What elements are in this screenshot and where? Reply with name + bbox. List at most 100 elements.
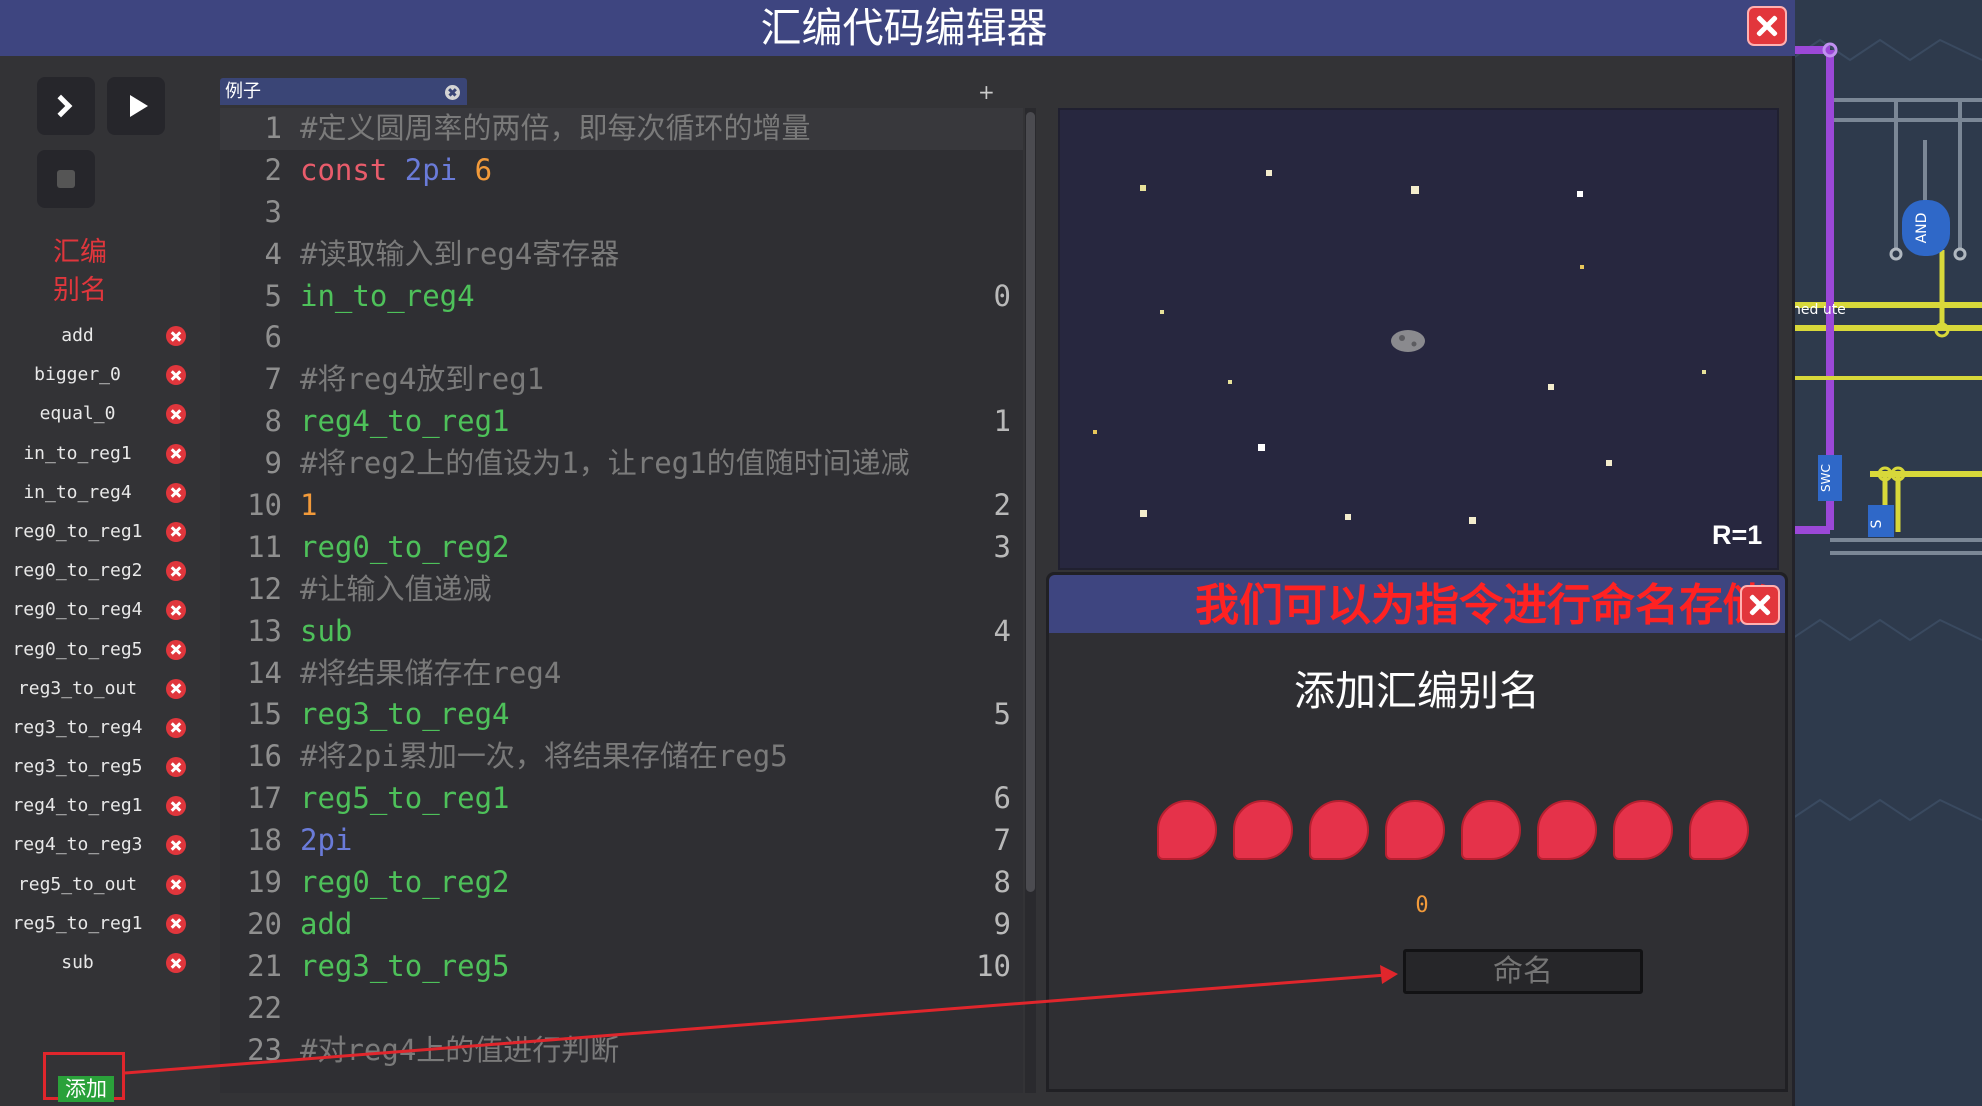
- bit-toggle[interactable]: [1537, 800, 1597, 860]
- delete-alias-icon[interactable]: [166, 443, 186, 464]
- instruction-address: 10: [976, 948, 1011, 983]
- code-line: 12 #让输入值递减: [220, 569, 1023, 611]
- alias-item[interactable]: reg3_to_reg4: [0, 710, 200, 749]
- code-line: 20 add 9: [220, 904, 1023, 946]
- star: [1580, 265, 1584, 269]
- code-token: 1: [300, 488, 318, 523]
- tab-tools[interactable]: +<>: [978, 78, 1038, 132]
- tab-example[interactable]: 例子: [220, 78, 467, 105]
- bit-toggle[interactable]: [1461, 800, 1521, 860]
- alias-item[interactable]: reg3_to_reg5: [0, 749, 200, 788]
- preview-readout: R=1: [1712, 520, 1763, 550]
- delete-alias-icon[interactable]: [166, 404, 186, 425]
- add-alias-button[interactable]: 添加: [58, 1076, 114, 1102]
- scrollbar-thumb[interactable]: [1026, 112, 1035, 892]
- delete-alias-icon[interactable]: [166, 600, 186, 621]
- code-line: 2 const 2pi 6: [220, 150, 1023, 192]
- code-text: sub: [300, 611, 352, 653]
- bit-toggle[interactable]: [1613, 800, 1673, 860]
- bit-toggle[interactable]: [1689, 800, 1749, 860]
- code-editor[interactable]: 1 #定义圆周率的两倍，即每次循环的增量 2 const 2pi 6 3 4 #读取输入到r…: [220, 108, 1023, 1093]
- close-window-button[interactable]: [1747, 6, 1787, 46]
- alias-item[interactable]: sub: [0, 945, 200, 984]
- alias-item[interactable]: in_to_reg1: [0, 436, 200, 475]
- alias-item[interactable]: reg4_to_reg3: [0, 827, 200, 866]
- code-text: reg4_to_reg1: [300, 401, 510, 443]
- line-number: 21: [247, 948, 282, 983]
- code-line: 8 reg4_to_reg1 1: [220, 401, 1023, 443]
- code-text: #对reg4上的值进行判断: [300, 1030, 619, 1072]
- code-text: #将reg2上的值设为1，让reg1的值随时间递减: [300, 443, 910, 485]
- alias-item[interactable]: reg0_to_reg4: [0, 592, 200, 631]
- s-gate-label: S: [1869, 519, 1885, 528]
- delete-alias-icon[interactable]: [166, 482, 186, 503]
- alias-item[interactable]: reg4_to_reg1: [0, 788, 200, 827]
- circuit-background: AND SWC S ned ute: [1790, 0, 1982, 1106]
- alias-item[interactable]: reg0_to_reg2: [0, 553, 200, 592]
- star: [1548, 384, 1554, 390]
- line-number: 1: [264, 111, 282, 145]
- alias-item[interactable]: reg0_to_reg1: [0, 514, 200, 553]
- alias-item[interactable]: in_to_reg4: [0, 475, 200, 514]
- alias-item[interactable]: bigger_0: [0, 357, 200, 396]
- window-title: 汇编代码编辑器: [760, 4, 1048, 52]
- delete-alias-icon[interactable]: [166, 365, 186, 386]
- alias-item[interactable]: reg3_to_out: [0, 671, 200, 710]
- add-alias-dialog: 我们可以为指令进行命名存储 添加汇编别名 0: [1046, 572, 1788, 1092]
- code-text: reg5_to_reg1: [300, 778, 510, 820]
- alias-item-label: reg0_to_reg4: [12, 599, 143, 621]
- delete-alias-icon[interactable]: [166, 913, 186, 934]
- code-line: 16 #将2pi累加一次，将结果存储在reg5: [220, 736, 1023, 778]
- bit-toggle[interactable]: [1157, 800, 1217, 860]
- star: [1140, 185, 1146, 191]
- close-icon: [1749, 8, 1785, 44]
- bit-toggle[interactable]: [1233, 800, 1293, 860]
- star: [1160, 310, 1164, 314]
- alias-item[interactable]: reg5_to_out: [0, 867, 200, 906]
- delete-alias-icon[interactable]: [166, 639, 186, 660]
- close-dialog-button[interactable]: [1740, 585, 1780, 625]
- delete-alias-icon[interactable]: [166, 796, 186, 817]
- code-text: #定义圆周率的两倍，即每次循环的增量: [300, 108, 810, 150]
- line-number: 10: [247, 488, 282, 523]
- delete-alias-icon[interactable]: [166, 521, 186, 542]
- alias-item[interactable]: reg0_to_reg5: [0, 632, 200, 671]
- step-button[interactable]: [37, 77, 95, 135]
- code-scrollbar[interactable]: [1025, 108, 1036, 1093]
- star: [1266, 170, 1272, 176]
- tab-close-icon[interactable]: [445, 85, 460, 100]
- alias-item-label: in_to_reg1: [23, 442, 132, 464]
- delete-alias-icon[interactable]: [166, 874, 186, 895]
- bit-toggle[interactable]: [1385, 800, 1445, 860]
- alias-name-input[interactable]: [1403, 949, 1643, 994]
- and-gate-label: AND: [1914, 213, 1930, 244]
- code-text: reg0_to_reg2: [300, 862, 510, 904]
- alias-item[interactable]: add: [0, 318, 200, 357]
- stop-icon: [57, 170, 75, 188]
- delete-alias-icon[interactable]: [166, 717, 186, 738]
- line-number: 15: [247, 697, 282, 732]
- delete-alias-icon[interactable]: [166, 835, 186, 856]
- bit-toggle[interactable]: [1309, 800, 1369, 860]
- alias-item[interactable]: equal_0: [0, 396, 200, 435]
- alias-item-label: equal_0: [39, 403, 116, 425]
- code-token: in_to_reg4: [300, 278, 475, 313]
- star: [1345, 514, 1351, 520]
- delete-alias-icon[interactable]: [166, 757, 186, 778]
- delete-alias-icon[interactable]: [166, 678, 186, 699]
- alias-item[interactable]: reg5_to_reg1: [0, 906, 200, 945]
- delete-alias-icon[interactable]: [166, 326, 186, 346]
- instruction-address: 2: [993, 488, 1011, 523]
- run-button[interactable]: [107, 77, 165, 135]
- alias-item-label: bigger_0: [34, 364, 121, 386]
- star: [1258, 444, 1265, 451]
- level-preview-screen: [1058, 108, 1779, 570]
- tab-label: 例子: [225, 81, 261, 102]
- stop-button[interactable]: [37, 150, 95, 208]
- chevron-right-icon: [49, 94, 73, 118]
- instruction-address: 0: [993, 278, 1011, 313]
- code-token: #将reg2上的值设为1，让reg1的值随时间递减: [300, 446, 910, 481]
- play-icon: [130, 95, 148, 117]
- delete-alias-icon[interactable]: [166, 561, 186, 582]
- delete-alias-icon[interactable]: [166, 953, 186, 973]
